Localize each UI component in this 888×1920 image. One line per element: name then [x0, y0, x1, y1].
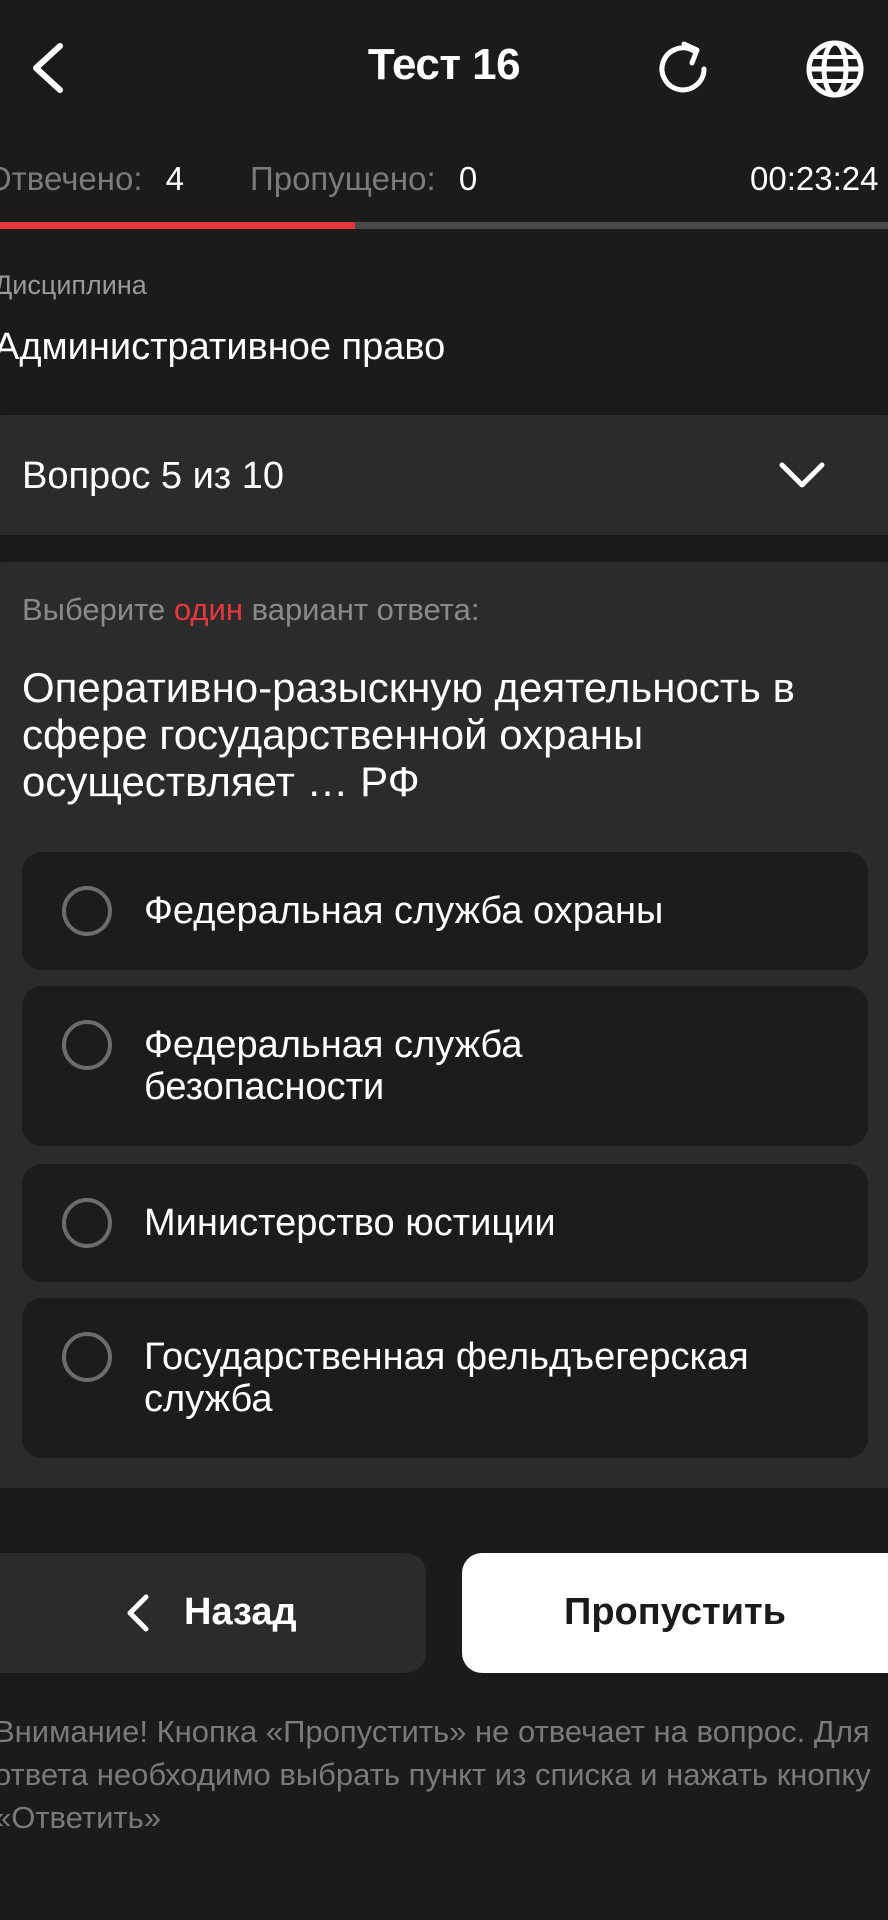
test-screen: Тест 16 Отвечено: 4 Пропущено: 0 00:23:2…: [0, 0, 888, 1920]
answer-option[interactable]: Федеральная служба безопасности: [22, 986, 868, 1146]
back-button[interactable]: Назад: [0, 1553, 426, 1673]
progress-bar: [0, 222, 888, 229]
skipped-label: Пропущено:: [250, 160, 436, 197]
question-card: Выберите один вариант ответа: Оперативно…: [0, 562, 888, 1488]
chevron-left-icon: [127, 1594, 149, 1632]
globe-icon[interactable]: [802, 36, 868, 102]
instruction-text-end: вариант ответа:: [242, 592, 480, 627]
skip-button-label: Пропустить: [564, 1591, 786, 1633]
skip-button[interactable]: Пропустить: [462, 1553, 888, 1673]
answer-option[interactable]: Федеральная служба охраны: [22, 852, 868, 970]
radio-button[interactable]: [62, 1020, 112, 1070]
question-selector-label: Вопрос 5 из 10: [22, 455, 285, 497]
radio-button[interactable]: [62, 886, 112, 936]
radio-button[interactable]: [62, 1198, 112, 1248]
instruction-accent: один: [173, 592, 243, 627]
refresh-icon[interactable]: [650, 36, 716, 102]
instruction-text: Выберите: [22, 592, 174, 627]
answer-option-label: Федеральная служба безопасности: [144, 1024, 523, 1108]
question-text: Оперативно-разыскную деятельность в сфер…: [22, 664, 795, 805]
answer-option-label: Министерство юстиции: [144, 1202, 556, 1244]
answered-value: 4: [165, 160, 185, 197]
skipped-value: 0: [458, 160, 478, 197]
timer: 00:23:24: [750, 160, 879, 197]
back-button-label: Назад: [184, 1591, 297, 1633]
answered-count: Отвечено: 4: [0, 160, 184, 198]
answer-instruction: Выберите один вариант ответа:: [22, 592, 479, 628]
discipline-value: Административное право: [0, 326, 446, 368]
skip-warning-text: Внимание! Кнопка «Пропустить» не отвечае…: [0, 1714, 871, 1835]
question-selector[interactable]: Вопрос 5 из 10: [0, 415, 888, 535]
stats-row: Отвечено: 4 Пропущено: 0 00:23:24: [0, 160, 888, 210]
answer-option-label: Государственная фельдъегерская служба: [144, 1336, 749, 1420]
answered-label: Отвечено:: [0, 160, 143, 197]
page-title: Тест 16: [367, 40, 521, 89]
answer-option-label: Федеральная служба охраны: [144, 890, 664, 932]
chevron-down-icon: [779, 462, 825, 488]
header: Тест 16: [0, 0, 888, 140]
answer-option[interactable]: Министерство юстиции: [22, 1164, 868, 1282]
discipline-label: Дисциплина: [0, 270, 147, 300]
answer-option[interactable]: Государственная фельдъегерская служба: [22, 1298, 868, 1458]
skipped-count: Пропущено: 0: [250, 160, 477, 198]
progress-fill: [0, 222, 356, 229]
radio-button[interactable]: [62, 1332, 112, 1382]
